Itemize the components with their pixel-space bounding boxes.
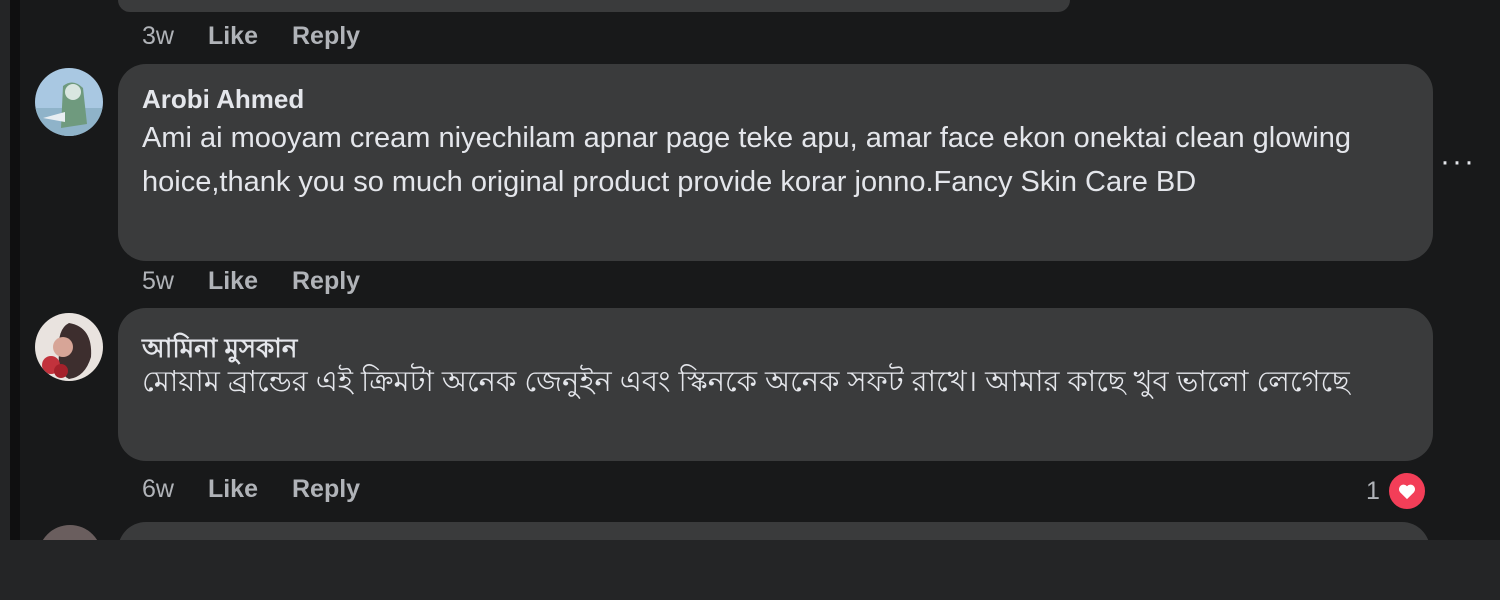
previous-comment-actions: 3w Like Reply [142, 22, 360, 51]
ellipsis-icon[interactable]: ··· [1440, 145, 1476, 179]
heart-icon [1385, 470, 1428, 512]
previous-comment-bubble [118, 0, 1070, 12]
bottom-area [0, 540, 1500, 600]
left-edge [10, 0, 20, 540]
comment-actions: 6w Like Reply [142, 475, 360, 504]
like-link[interactable]: Like [208, 22, 258, 51]
comment-author[interactable]: Arobi Ahmed [142, 84, 304, 115]
comment-timestamp[interactable]: 3w [142, 22, 174, 51]
avatar[interactable] [38, 525, 102, 540]
comment-actions: 5w Like Reply [142, 267, 360, 296]
reaction-count: 1 [1366, 476, 1380, 505]
comment-text: মোয়াম ব্রান্ডের এই ক্রিমটা অনেক জেনুইন … [142, 366, 1350, 398]
reply-link[interactable]: Reply [292, 22, 360, 51]
comment-timestamp[interactable]: 5w [142, 267, 174, 296]
comment-timestamp[interactable]: 6w [142, 475, 174, 504]
reply-link[interactable]: Reply [292, 267, 360, 296]
comments-panel: 3w Like Reply Arobi Ahmed Ami ai mooyam … [10, 0, 1500, 540]
comment-bubble: আমিনা মুসকান মোয়াম ব্রান্ডের এই ক্রিমটা… [118, 308, 1433, 461]
reply-link[interactable]: Reply [292, 475, 360, 504]
like-link[interactable]: Like [208, 267, 258, 296]
avatar[interactable] [35, 68, 103, 136]
reaction-summary[interactable]: 1 [1366, 470, 1428, 512]
comment-bubble: Arobi Ahmed Ami ai mooyam cream niyechil… [118, 64, 1433, 261]
comment-bubble [118, 522, 1430, 540]
like-link[interactable]: Like [208, 475, 258, 504]
avatar[interactable] [35, 313, 103, 381]
comment-text: Ami ai mooyam cream niyechilam apnar pag… [142, 122, 1351, 198]
